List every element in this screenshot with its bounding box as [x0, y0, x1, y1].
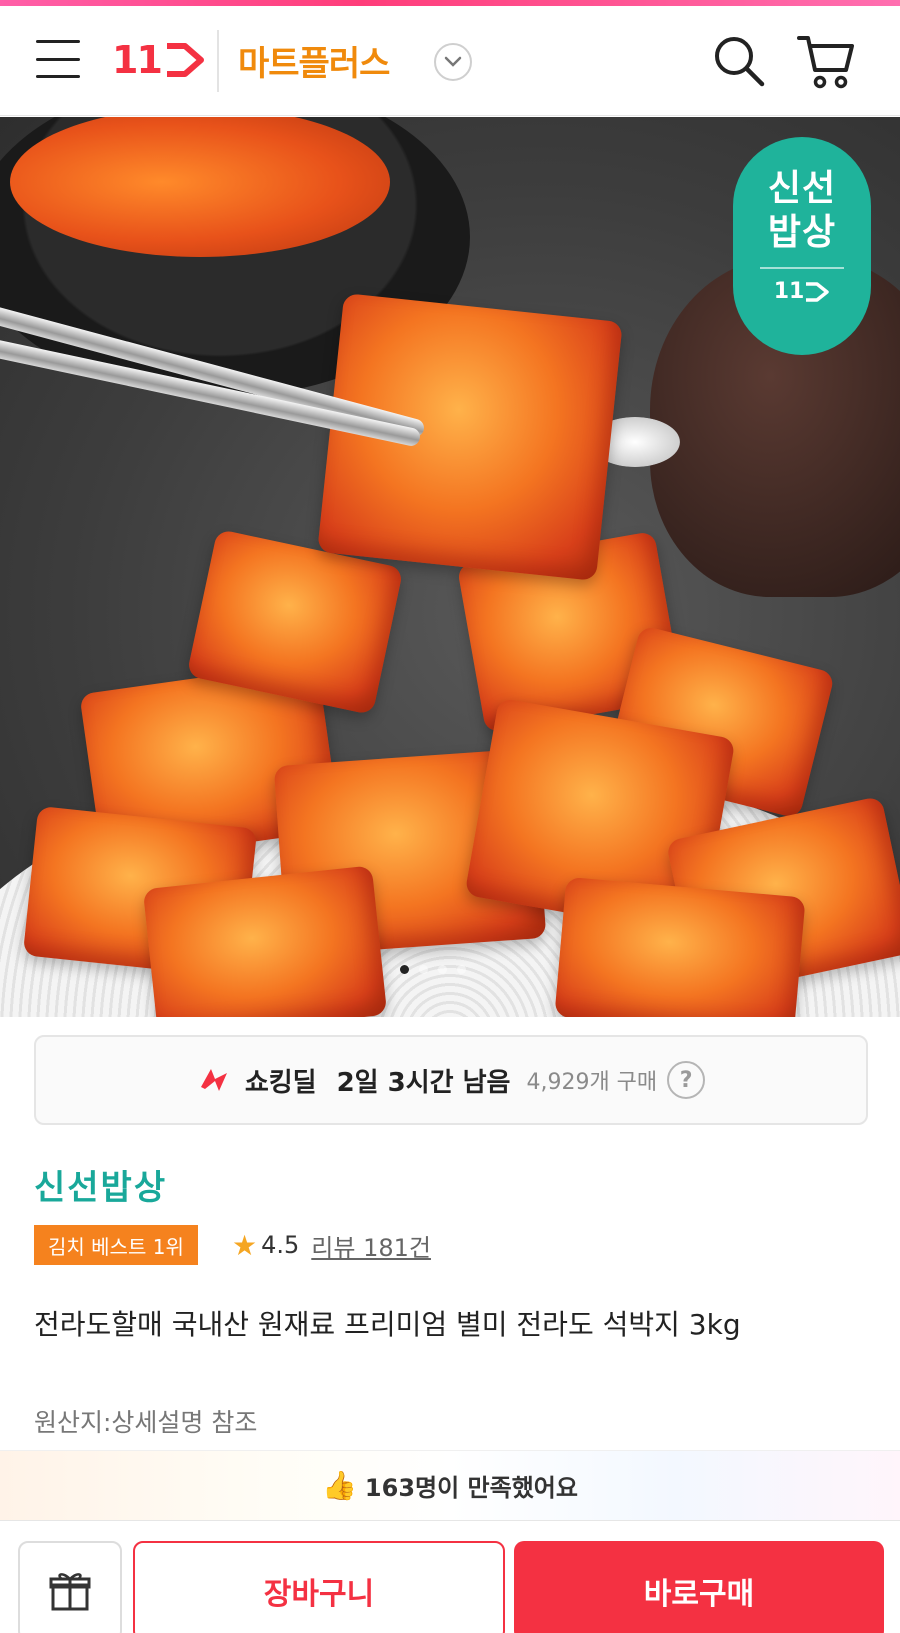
help-icon[interactable]: ? — [667, 1061, 706, 1099]
kimchi-piece — [142, 865, 388, 1017]
menu-icon[interactable] — [34, 34, 82, 84]
carousel-dot — [457, 965, 466, 974]
carousel-dot — [400, 965, 409, 974]
rating-score: 4.5 — [261, 1231, 300, 1259]
add-to-cart-button[interactable]: 장바구니 — [133, 1541, 505, 1633]
gift-button[interactable] — [18, 1541, 122, 1633]
carousel-dot — [438, 965, 447, 974]
kimchi-piece-held — [317, 293, 623, 581]
buy-now-button[interactable]: 바로구매 — [514, 1541, 884, 1633]
cart-icon[interactable] — [796, 32, 856, 90]
search-icon[interactable] — [712, 34, 766, 88]
badge-logo-text: 11 — [773, 279, 805, 304]
lightning-icon — [200, 1069, 227, 1091]
gift-icon — [49, 1573, 91, 1611]
brand-name-link[interactable]: 신선밥상 — [34, 1160, 167, 1209]
best-rank-badge: 김치 베스트 1위 — [34, 1225, 198, 1265]
satisfaction-text: 163명이 만족했어요 — [364, 1474, 578, 1502]
carousel-dot — [419, 965, 428, 974]
store-dropdown-button[interactable] — [434, 43, 472, 81]
logo-11st[interactable]: 11 — [112, 32, 207, 88]
header-divider — [217, 30, 219, 92]
logo-arrow-icon — [806, 281, 830, 302]
satisfaction-banner[interactable]: 👍 163명이 만족했어요 — [0, 1450, 900, 1520]
product-origin: 원산지:상세설명 참조 — [34, 1408, 258, 1437]
store-name[interactable]: 마트플러스 — [238, 34, 390, 86]
app-header: 11 마트플러스 — [0, 6, 900, 116]
fresh-table-badge: 신선 밥상 11 — [733, 137, 871, 355]
shocking-deal-bar[interactable]: 쇼킹딜 2일 3시간 남음 4,929개 구매 ? — [34, 1035, 868, 1125]
star-icon: ★ — [232, 1228, 258, 1262]
carousel-indicator — [400, 965, 466, 974]
purchase-count: 4,929개 구매 — [526, 1070, 658, 1095]
badge-line2: 밥상 — [767, 212, 837, 253]
chevron-down-icon — [444, 56, 462, 67]
deal-label: 쇼킹딜 — [244, 1067, 317, 1098]
product-image-carousel[interactable]: 신선 밥상 11 — [0, 117, 900, 1017]
badge-separator — [760, 267, 844, 269]
logo-arrow-icon — [166, 43, 204, 77]
bottom-action-bar: 장바구니 바로구매 — [0, 1520, 900, 1633]
kimchi-piece — [554, 876, 806, 1017]
badge-logo: 11 — [774, 279, 831, 304]
review-link[interactable]: 리뷰 181건 — [311, 1228, 431, 1263]
rating-summary: ★ 4.5 리뷰 181건 — [232, 1225, 431, 1265]
badge-line1: 신선 — [767, 168, 837, 209]
thumbs-up-icon: 👍 — [322, 1469, 357, 1502]
deal-time-left: 2일 3시간 남음 — [336, 1067, 511, 1098]
product-title: 전라도할매 국내산 원재료 프리미엄 별미 전라도 석박지 3kg — [34, 1308, 741, 1341]
logo-text: 11 — [112, 38, 163, 82]
